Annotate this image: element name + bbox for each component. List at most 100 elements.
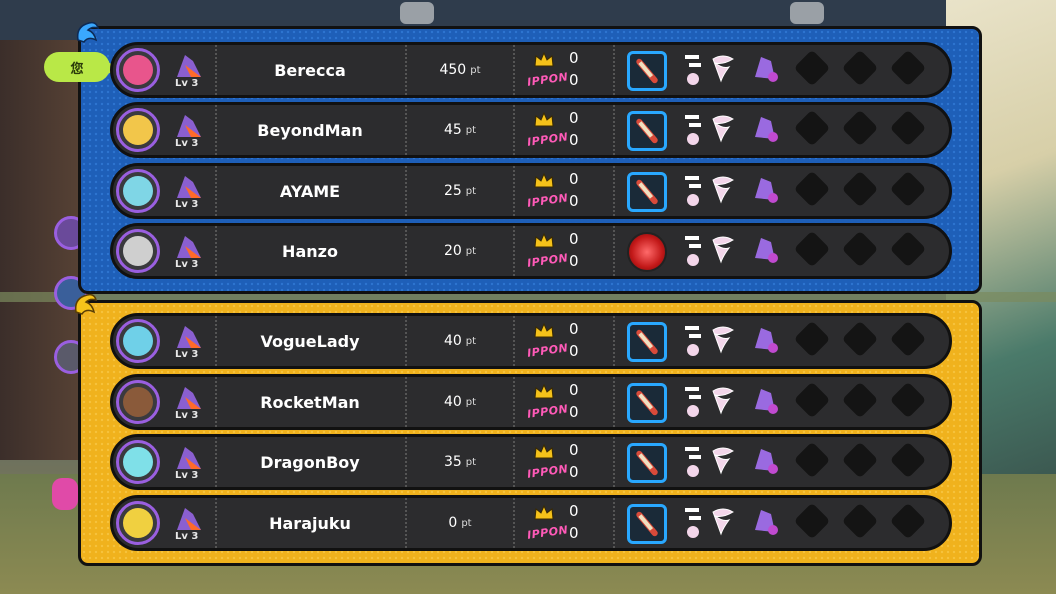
empty-slot-icon bbox=[841, 441, 879, 479]
empty-slot-icon bbox=[793, 49, 831, 87]
bat-weapon-icon bbox=[627, 504, 667, 544]
crown-count: 0 bbox=[569, 49, 579, 67]
points-value: 0 bbox=[448, 515, 458, 531]
divider bbox=[613, 498, 615, 548]
divider bbox=[613, 377, 615, 427]
empty-slot-icon bbox=[841, 381, 879, 419]
ippon-label: IPPON bbox=[526, 462, 569, 481]
player-points: 0 pt bbox=[407, 498, 513, 548]
player-stats: 0 IPPON 0 bbox=[525, 47, 605, 93]
dash-skill-icon bbox=[685, 55, 701, 85]
empty-slot-icon bbox=[889, 49, 927, 87]
empty-slot-icon bbox=[793, 109, 831, 147]
avatar-face bbox=[123, 447, 153, 477]
crown-count: 0 bbox=[569, 502, 579, 520]
tornado-skill-icon bbox=[712, 115, 734, 143]
divider bbox=[513, 105, 515, 155]
crown-icon bbox=[534, 111, 554, 127]
points-unit: pt bbox=[465, 396, 477, 408]
player-level: Lv 3 bbox=[175, 78, 199, 89]
player-name: Berecca bbox=[274, 60, 346, 80]
player-avatar bbox=[116, 501, 160, 545]
player-row[interactable]: Lv 3 BeyondMan 45 pt 0 IPPON 0 bbox=[110, 102, 952, 158]
crown-count: 0 bbox=[569, 170, 579, 188]
player-level: Lv 3 bbox=[175, 349, 199, 360]
divider bbox=[613, 45, 615, 95]
rank-badge-icon: Lv 3 bbox=[171, 172, 207, 212]
divider bbox=[513, 437, 515, 487]
empty-slot-icon bbox=[793, 381, 831, 419]
dash-skill-icon bbox=[685, 326, 701, 356]
ippon-label: IPPON bbox=[526, 251, 569, 270]
crown-icon bbox=[534, 322, 554, 338]
rank-badge-icon: Lv 3 bbox=[171, 111, 207, 151]
divider bbox=[613, 437, 615, 487]
player-points: 450 pt bbox=[407, 45, 513, 95]
side-marker-icon bbox=[52, 478, 78, 510]
divider bbox=[513, 166, 515, 216]
player-name: Hanzo bbox=[282, 241, 338, 261]
dash-skill-icon bbox=[685, 387, 701, 417]
points-value: 35 bbox=[443, 454, 462, 470]
player-row[interactable]: Lv 3 VogueLady 40 pt 0 IPPON 0 bbox=[110, 313, 952, 369]
empty-slot-icon bbox=[841, 320, 879, 358]
player-points: 45 pt bbox=[407, 105, 513, 155]
ippon-count: 0 bbox=[569, 192, 579, 210]
player-row[interactable]: Lv 3 Berecca 450 pt 0 IPPON 0 bbox=[110, 42, 952, 98]
player-row[interactable]: Lv 3 DragonBoy 35 pt 0 IPPON 0 bbox=[110, 434, 952, 490]
empty-slot-icon bbox=[793, 230, 831, 268]
ippon-count: 0 bbox=[569, 463, 579, 481]
divider bbox=[613, 316, 615, 366]
points-value: 25 bbox=[443, 183, 462, 199]
bat-weapon-icon bbox=[627, 111, 667, 151]
rank-badge-icon: Lv 3 bbox=[171, 504, 207, 544]
player-row[interactable]: Lv 3 Hanzo 20 pt 0 IPPON 0 bbox=[110, 223, 952, 279]
bat-weapon-icon bbox=[627, 383, 667, 423]
empty-slot-icon bbox=[889, 109, 927, 147]
avatar-face bbox=[123, 236, 153, 266]
player-avatar bbox=[116, 440, 160, 484]
player-level: Lv 3 bbox=[175, 470, 199, 481]
crown-count: 0 bbox=[569, 441, 579, 459]
divider bbox=[613, 226, 615, 276]
empty-slot-icon bbox=[889, 381, 927, 419]
rank-badge-icon: Lv 3 bbox=[171, 51, 207, 91]
points-unit: pt bbox=[465, 245, 477, 257]
blue-dragon-emblem-icon bbox=[76, 21, 100, 43]
avatar-face bbox=[123, 115, 153, 145]
player-row[interactable]: Lv 3 Harajuku 0 pt 0 IPPON 0 bbox=[110, 495, 952, 551]
dash-skill-icon bbox=[685, 447, 701, 477]
divider bbox=[513, 498, 515, 548]
crown-icon bbox=[534, 51, 554, 67]
ippon-label: IPPON bbox=[526, 402, 569, 421]
ippon-label: IPPON bbox=[526, 130, 569, 149]
boost-skill-icon bbox=[755, 328, 778, 353]
boost-skill-icon bbox=[755, 389, 778, 414]
empty-slot-icon bbox=[841, 502, 879, 540]
bat-weapon-icon bbox=[627, 51, 667, 91]
tornado-skill-icon bbox=[712, 447, 734, 475]
player-row[interactable]: Lv 3 AYAME 25 pt 0 IPPON 0 bbox=[110, 163, 952, 219]
avatar-face bbox=[123, 387, 153, 417]
points-unit: pt bbox=[461, 517, 472, 529]
player-row[interactable]: Lv 3 RocketMan 40 pt 0 IPPON 0 bbox=[110, 374, 952, 430]
empty-slot-icon bbox=[841, 170, 879, 208]
boost-skill-icon bbox=[755, 238, 778, 263]
rank-badge-icon: Lv 3 bbox=[171, 322, 207, 362]
points-value: 45 bbox=[443, 122, 462, 138]
crown-count: 0 bbox=[569, 320, 579, 338]
player-name: AYAME bbox=[279, 181, 341, 201]
divider bbox=[613, 166, 615, 216]
crown-icon bbox=[534, 443, 554, 459]
avatar-face bbox=[123, 508, 153, 538]
divider bbox=[513, 226, 515, 276]
tornado-skill-icon bbox=[712, 326, 734, 354]
bat-weapon-icon bbox=[627, 172, 667, 212]
points-unit: pt bbox=[470, 64, 481, 76]
player-avatar bbox=[116, 169, 160, 213]
divider bbox=[513, 316, 515, 366]
points-value: 450 bbox=[439, 62, 467, 78]
player-name: DragonBoy bbox=[260, 452, 360, 472]
dash-skill-icon bbox=[685, 115, 701, 145]
points-unit: pt bbox=[465, 185, 477, 197]
